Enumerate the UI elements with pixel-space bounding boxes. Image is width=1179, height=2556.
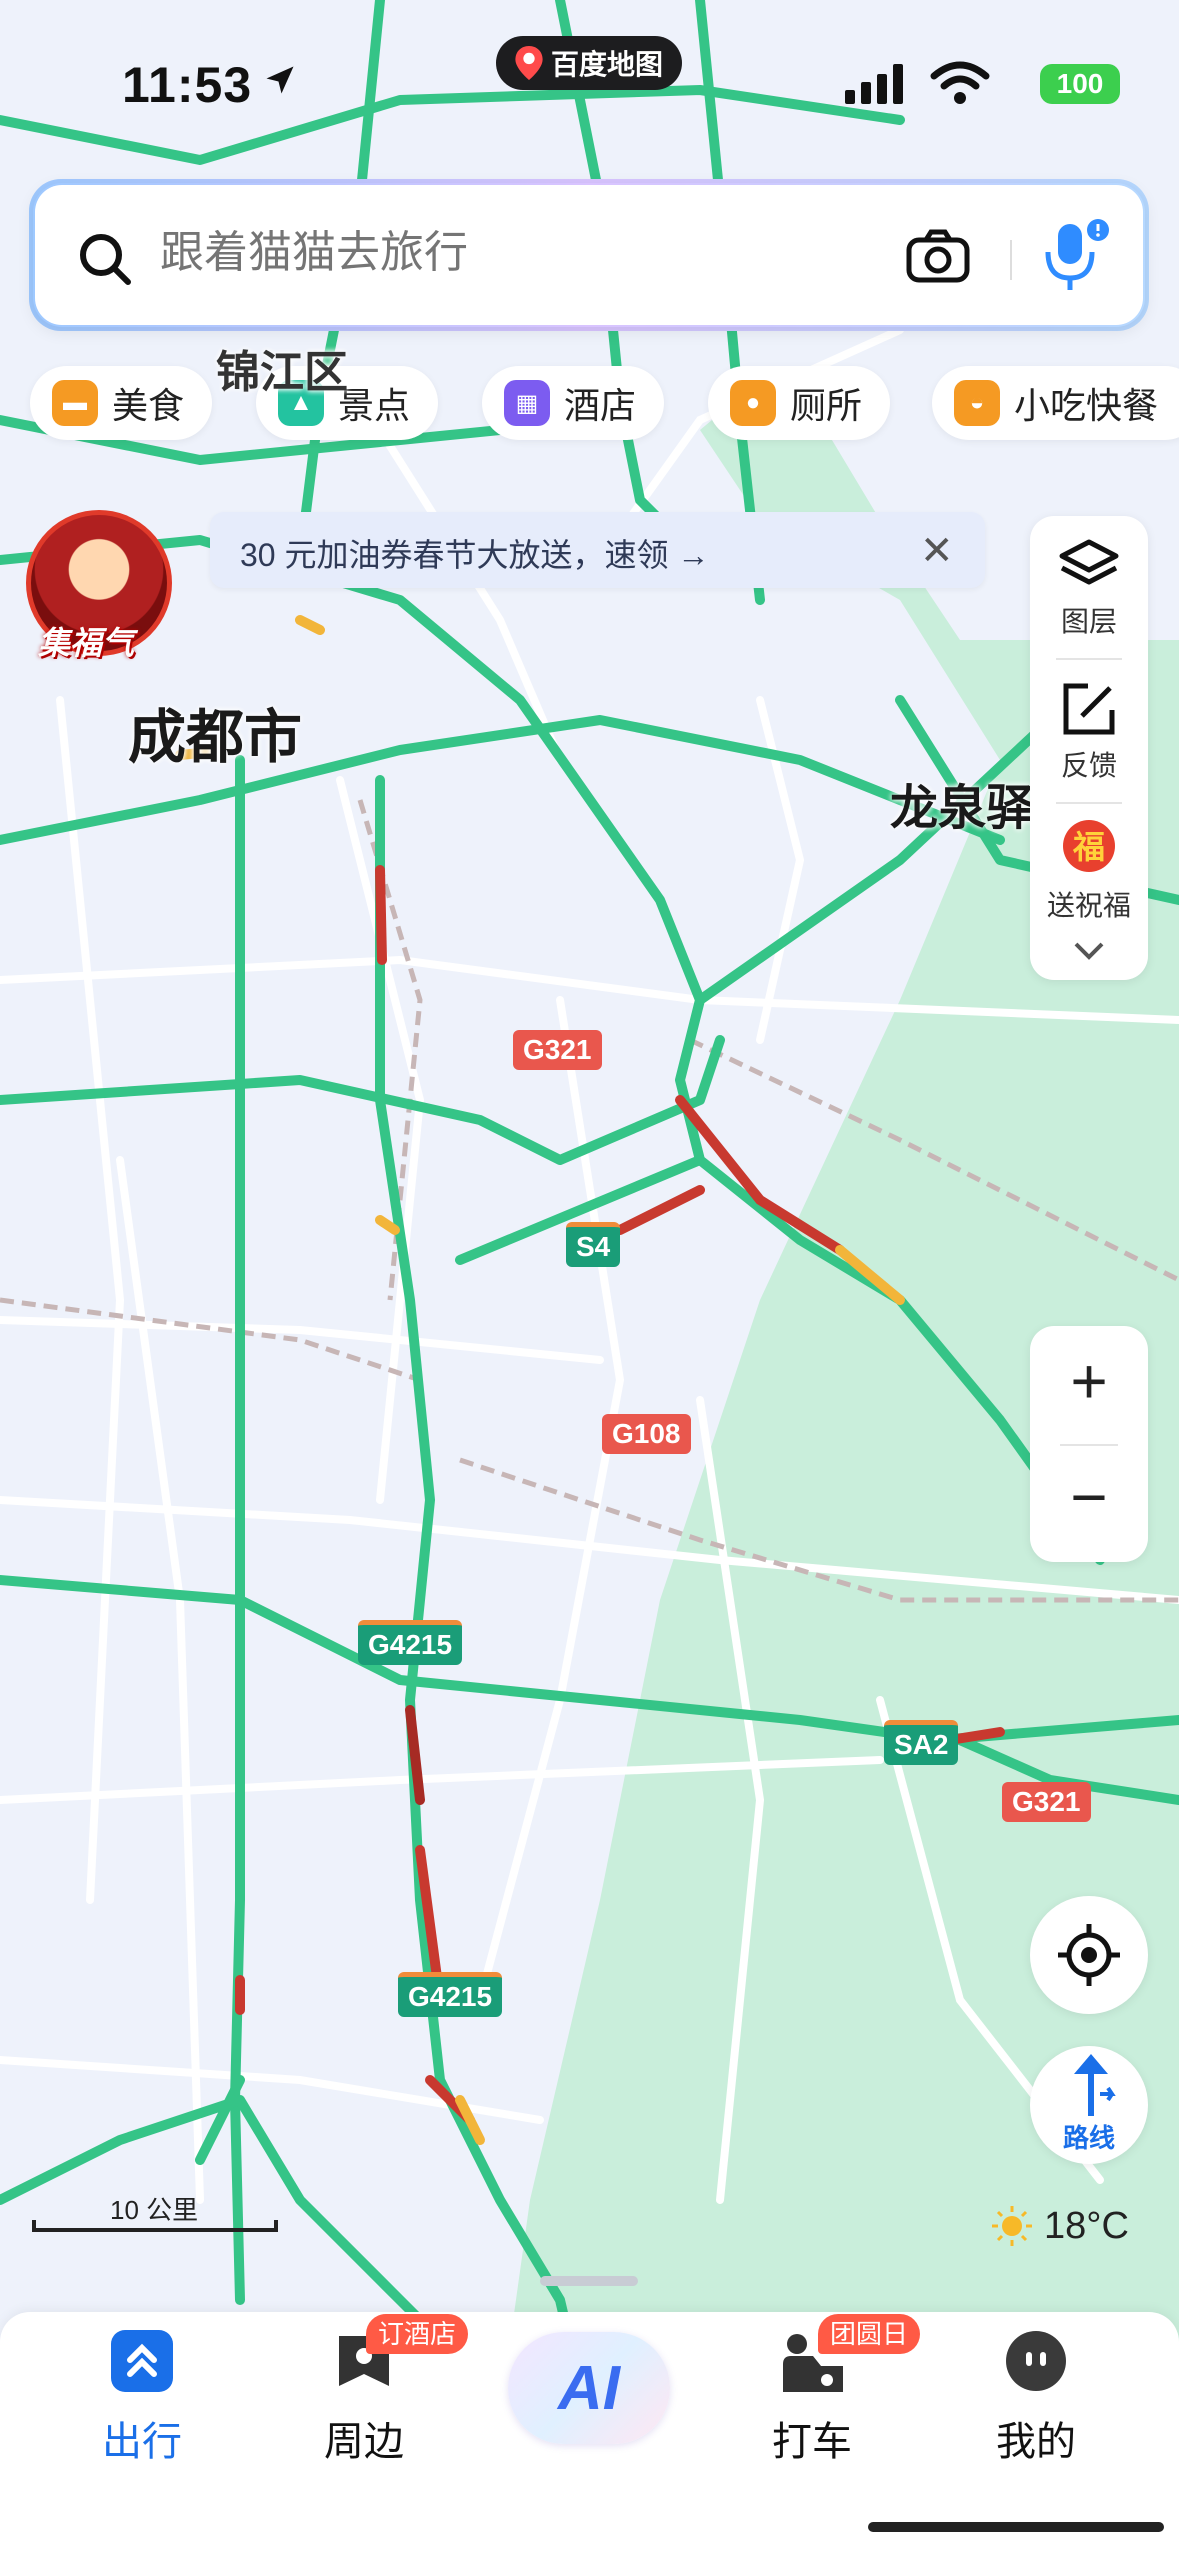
home-indicator [868,2522,1164,2532]
nav-label: 我的 [996,2420,1076,2464]
category-snack[interactable]: ◒ 小吃快餐 [932,366,1179,440]
camera-icon[interactable] [906,228,970,284]
app-return-pill[interactable]: 百度地图 [496,36,682,90]
category-toilet[interactable]: ● 厕所 [708,366,891,440]
nav-label: 打车 [772,2420,852,2464]
svg-text:福: 福 [1072,828,1105,866]
category-label: 景点 [338,385,411,426]
search-icon [80,234,131,285]
microphone-icon[interactable] [1040,218,1110,294]
nav-profile[interactable]: 我的 [956,2330,1116,2467]
category-label: 美食 [112,385,185,426]
route-arrow-icon [1074,2054,1116,2116]
location-arrow-icon [266,66,294,94]
layers-label[interactable]: 图层 [1030,600,1148,640]
tool-divider [1056,802,1122,804]
road-shield[interactable]: G321 [1002,1782,1091,1822]
road-shield[interactable]: G321 [513,1030,602,1070]
blessing-label[interactable]: 送祝福 [1030,884,1148,924]
zoom-divider [1060,1444,1118,1446]
road-shield[interactable]: G4215 [358,1620,463,1665]
signal-icon [845,64,903,104]
promo-text[interactable]: 30 元加油券春节大放送，速领 → [240,530,709,576]
travel-icon [111,2330,173,2392]
weather-widget[interactable]: 18°C [990,2204,1129,2248]
feedback-icon[interactable] [1060,680,1118,738]
nearby-badge: 订酒店 [366,2314,469,2354]
district-label: 锦江区 [216,348,348,397]
road-shield[interactable]: G108 [602,1414,691,1454]
feedback-label[interactable]: 反馈 [1030,744,1148,784]
chevron-down-icon[interactable] [1072,940,1106,962]
nav-label: 出行 [102,2420,182,2464]
category-food[interactable]: ▬ 美食 [30,366,213,440]
locate-icon [1058,1924,1120,1986]
toilet-icon: ● [730,380,776,426]
zoom-out-button[interactable]: − [1030,1460,1148,1534]
ai-icon: AI [558,2353,620,2423]
category-label: 小吃快餐 [1014,385,1159,426]
nav-label: 周边 [324,2420,404,2464]
nav-travel[interactable]: 出行 [62,2330,222,2467]
battery-indicator: 100 [1040,64,1120,104]
blessing-icon[interactable]: 福 [1056,816,1122,880]
layers-icon[interactable] [1058,538,1120,594]
search-divider [1010,240,1012,280]
sheet-handle[interactable] [540,2276,638,2286]
temperature: 18°C [1044,2204,1129,2247]
category-label: 酒店 [564,385,637,426]
status-time: 11:53 [122,57,253,113]
category-hotel[interactable]: ▦ 酒店 [482,366,665,440]
snack-icon: ◒ [954,380,1000,426]
app-name: 百度地图 [550,49,663,80]
road-shield[interactable]: SA2 [884,1720,959,1765]
search-input[interactable] [160,228,800,278]
baidu-map-pin-icon [515,46,543,80]
taxi-badge: 团圆日 [818,2314,921,2354]
food-icon: ▬ [52,380,98,426]
town-label: 龙泉驿 [890,782,1035,835]
profile-icon [1006,2331,1066,2391]
avatar-label: 集福气 [38,625,135,661]
road-shield[interactable]: S4 [566,1222,621,1267]
road-shield[interactable]: G4215 [398,1972,503,2017]
wifi-icon [930,61,990,104]
close-icon[interactable]: ✕ [920,528,954,574]
scale-bar [32,2220,278,2232]
zoom-in-button[interactable]: + [1030,1344,1148,1418]
sun-icon [992,2206,1032,2246]
tool-divider [1056,658,1122,660]
category-label: 厕所 [790,385,863,426]
city-label: 成都市 [128,705,303,770]
hotel-icon: ▦ [504,380,550,426]
route-label[interactable]: 路线 [1030,2118,1148,2155]
ai-button[interactable]: AI [508,2332,670,2444]
